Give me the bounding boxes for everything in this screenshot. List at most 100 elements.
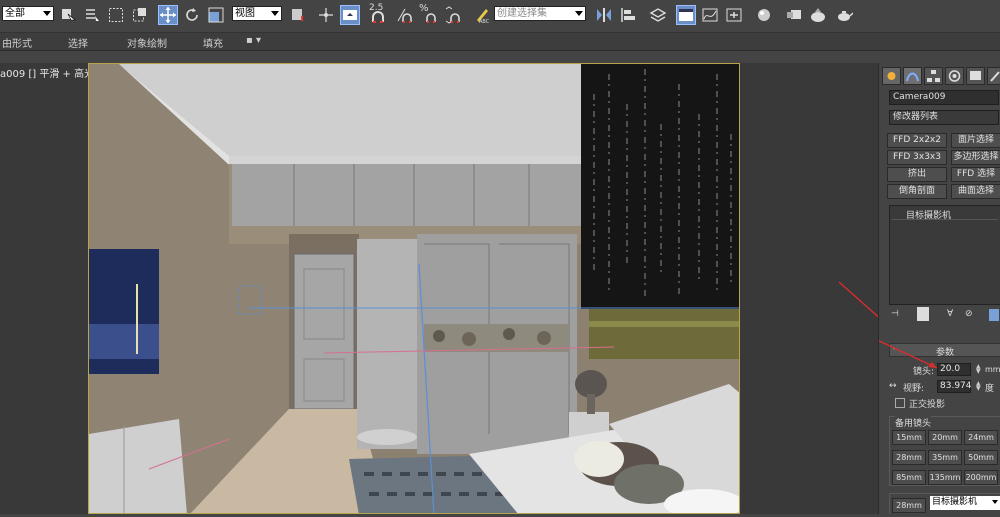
- configure-sets-icon[interactable]: [989, 309, 999, 321]
- tab-hierarchy[interactable]: [924, 67, 943, 85]
- display-icon: [970, 71, 981, 80]
- select-by-name-button[interactable]: [82, 5, 102, 25]
- selection-filter-dropdown[interactable]: 全部: [2, 6, 54, 21]
- type-group: 28mm 目标摄影机: [889, 493, 1000, 514]
- ortho-checkbox[interactable]: [895, 398, 905, 408]
- modifier-ffd2-button[interactable]: FFD 2x2x2: [887, 133, 947, 148]
- stock-lens-28mm[interactable]: 28mm: [892, 450, 926, 465]
- modifier-list-dropdown[interactable]: 修改器列表: [889, 110, 999, 125]
- pin-stack-icon[interactable]: ⊣: [891, 309, 899, 319]
- edit-named-selection-button[interactable]: ABC: [472, 5, 492, 25]
- schematic-icon: [726, 8, 742, 22]
- ribbon-tab-populate[interactable]: 填充: [203, 35, 223, 50]
- window-crossing-button[interactable]: [130, 5, 150, 25]
- curve-editor-button[interactable]: [700, 5, 720, 25]
- modifier-ffd3-button[interactable]: FFD 3x3x3: [887, 150, 947, 165]
- object-name-field[interactable]: Camera009: [889, 90, 999, 105]
- chevron-down-icon: [992, 500, 998, 504]
- stock-lens-24mm[interactable]: 24mm: [964, 430, 998, 445]
- reference-coord-dropdown[interactable]: 视图: [232, 6, 282, 21]
- landscape-painting: [589, 309, 739, 359]
- fov-direction-icon[interactable]: ↔: [889, 381, 897, 391]
- tab-utilities[interactable]: [987, 67, 1000, 85]
- spinner-snap-icon: [445, 6, 460, 24]
- rotate-button[interactable]: [182, 5, 202, 25]
- ribbon-options-icon[interactable]: ▪ ▾: [246, 35, 261, 46]
- keyboard-shortcut-button[interactable]: [340, 5, 360, 25]
- named-selection-dropdown[interactable]: 创建选择集: [494, 6, 586, 21]
- stock-lens-135mm[interactable]: 135mm: [928, 470, 962, 485]
- stock-lens-35mm[interactable]: 35mm: [928, 450, 962, 465]
- fov-spinner-arrows[interactable]: ▲ ▼: [976, 381, 982, 392]
- move-button[interactable]: [158, 5, 178, 25]
- ribbon-tab-modeling[interactable]: 由形式: [2, 35, 32, 50]
- scale-button[interactable]: [206, 5, 226, 25]
- viewport-label[interactable]: a009 [] 平滑 + 高光 ]: [0, 65, 101, 80]
- tab-create[interactable]: [882, 67, 901, 85]
- modifier-ffd-select-button[interactable]: FFD 选择: [951, 167, 1000, 182]
- schematic-view-button[interactable]: [724, 5, 744, 25]
- tab-display[interactable]: [966, 67, 985, 85]
- select-manipulate-button[interactable]: [316, 5, 336, 25]
- camera-viewport[interactable]: [88, 63, 740, 514]
- render-setup-button[interactable]: [784, 5, 804, 25]
- column: [357, 239, 417, 449]
- align-icon: [621, 8, 635, 22]
- spinner-snap-button[interactable]: [442, 5, 462, 25]
- pivot-icon: [292, 9, 303, 21]
- modifier-stack[interactable]: 目标摄影机: [889, 205, 1000, 305]
- fov-unit: 度: [985, 384, 995, 394]
- stock-lens-200mm[interactable]: 200mm: [964, 470, 998, 485]
- lens-28mm-button[interactable]: 28mm: [892, 498, 926, 513]
- stock-lens-20mm[interactable]: 20mm: [928, 430, 962, 445]
- stack-item-target-camera[interactable]: 目标摄影机: [892, 208, 998, 221]
- viewport-left-margin: [0, 63, 88, 514]
- rotate-icon: [186, 8, 198, 21]
- material-editor-button[interactable]: [754, 5, 774, 25]
- wrench-icon: [990, 71, 1000, 82]
- ribbon-tab-object-paint[interactable]: 对象绘制: [127, 35, 167, 50]
- modifier-bevel-profile-button[interactable]: 倒角剖面: [887, 184, 947, 199]
- select-object-button[interactable]: [58, 5, 78, 25]
- pivot-center-button[interactable]: [288, 5, 308, 25]
- window-icon: [679, 9, 693, 21]
- modifier-patch-select-button[interactable]: 面片选择: [951, 133, 1000, 148]
- viewport-scene: [89, 64, 739, 513]
- percent-snap-button[interactable]: %: [418, 3, 438, 25]
- remove-modifier-icon[interactable]: ⊘: [965, 309, 973, 319]
- parameters-rollout-header[interactable]: - 参数: [889, 343, 1000, 358]
- angle-snap-button[interactable]: [394, 5, 414, 25]
- ribbon-tab-selection[interactable]: 选择: [68, 35, 88, 50]
- modifier-extrude-button[interactable]: 挤出: [887, 167, 947, 182]
- camera-type-dropdown[interactable]: 目标摄影机: [930, 496, 1000, 510]
- snap-value: 2.5: [369, 3, 384, 13]
- modifier-poly-select-button[interactable]: 多边形选择: [951, 150, 1000, 165]
- graphite-toggle-button[interactable]: [676, 5, 696, 25]
- align-button[interactable]: [618, 5, 638, 25]
- fov-spinner[interactable]: 83.974: [937, 380, 972, 393]
- show-end-result-icon[interactable]: [917, 307, 929, 321]
- lens-spinner[interactable]: 20.0: [937, 363, 971, 376]
- door: [293, 253, 355, 410]
- mirror-button[interactable]: [594, 5, 614, 25]
- tab-motion[interactable]: [945, 67, 964, 85]
- layers-icon: [649, 8, 667, 22]
- chevron-down-icon: [43, 11, 51, 16]
- tab-modify[interactable]: [903, 67, 922, 85]
- layer-manager-button[interactable]: [648, 5, 668, 25]
- snap-toggle-button[interactable]: 2.5: [368, 3, 388, 25]
- stock-lens-85mm[interactable]: 85mm: [892, 470, 926, 485]
- modifier-surface-select-button[interactable]: 曲面选择: [951, 184, 1000, 199]
- stock-lens-50mm[interactable]: 50mm: [964, 450, 998, 465]
- rendered-frame-button[interactable]: [808, 5, 828, 25]
- named-selection-placeholder: 创建选择集: [497, 8, 547, 19]
- lens-spinner-arrows[interactable]: ▲ ▼: [976, 364, 982, 375]
- annotation-arrow: [838, 281, 937, 369]
- stock-lens-15mm[interactable]: 15mm: [892, 430, 926, 445]
- list-icon: [86, 9, 99, 21]
- rect-selection-button[interactable]: [106, 5, 126, 25]
- hierarchy-icon: [927, 70, 940, 82]
- lower-cabinet: [89, 419, 187, 513]
- make-unique-icon[interactable]: ∀: [947, 309, 953, 319]
- render-production-button[interactable]: [834, 5, 854, 25]
